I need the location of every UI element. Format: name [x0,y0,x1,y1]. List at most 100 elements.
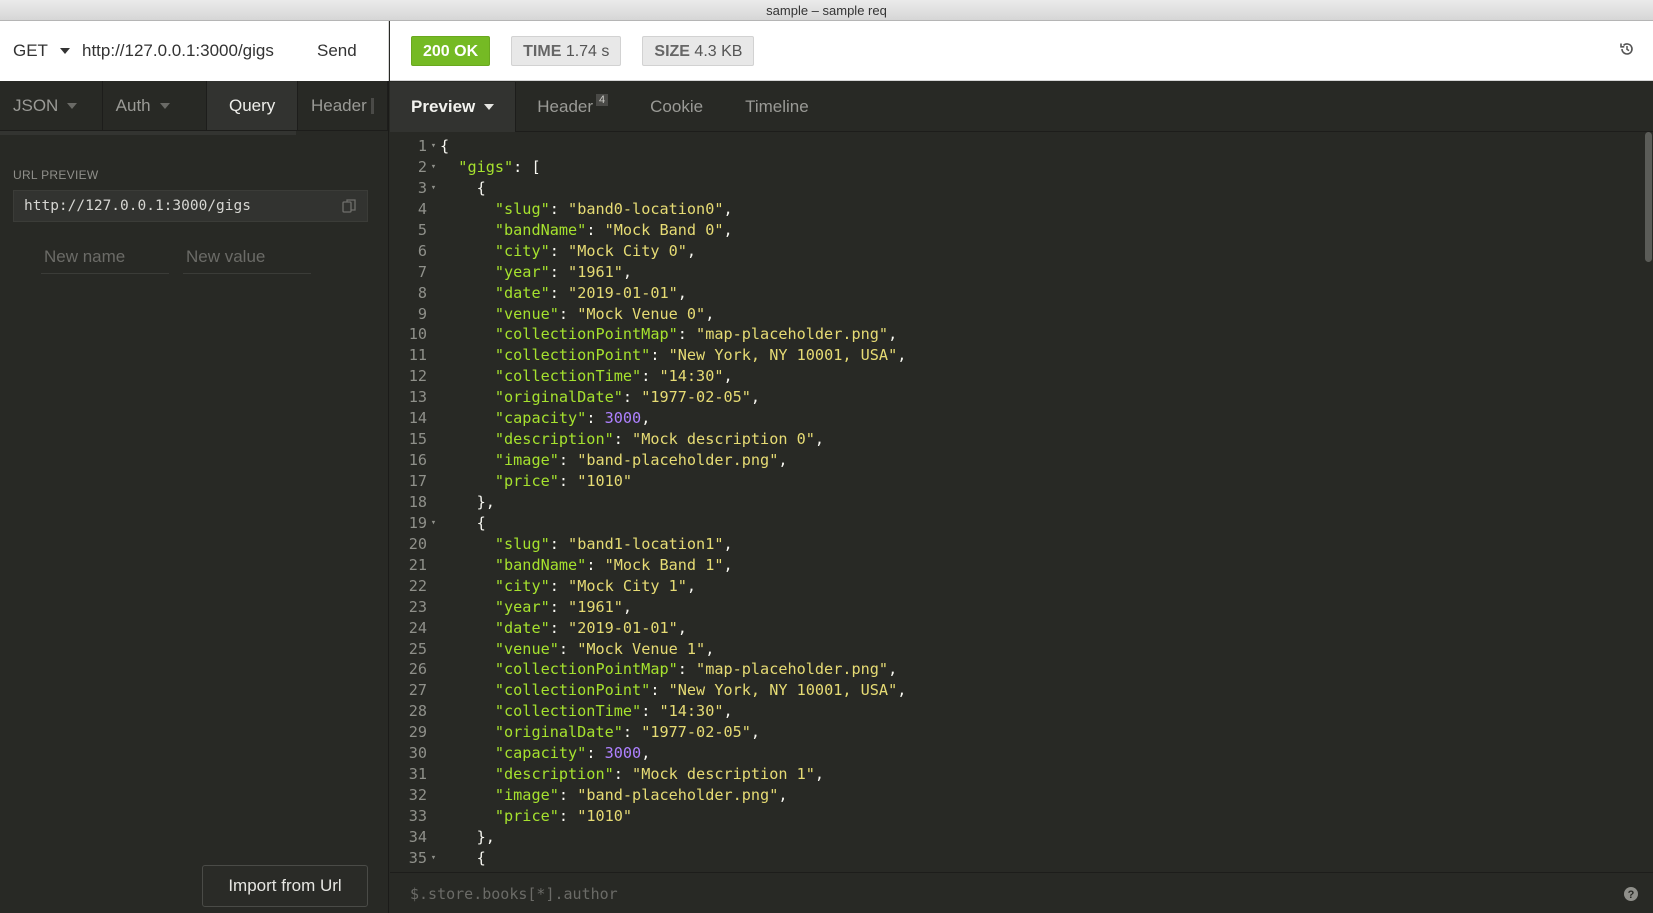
line-number: 16 [408,451,427,470]
response-status-bar: 200 OK TIME 1.74 s SIZE 4.3 KB [390,21,1653,81]
code-text: "venue": "Mock Venue 0", [494,304,715,323]
fold-gutter [427,618,440,639]
code-line: 16 "image": "band-placeholder.png", [390,450,1640,471]
line-number: 20 [408,534,427,553]
tab-auth-label: Auth [115,96,151,115]
fold-toggle-icon[interactable]: ▾ [427,136,440,157]
fold-gutter [427,764,440,785]
chevron-down-icon [159,103,170,109]
code-line: 5 "bandName": "Mock Band 0", [390,220,1640,241]
line-number: 19 [408,513,427,532]
line-number: 9 [417,304,427,323]
svg-text:?: ? [1628,889,1635,901]
code-text: "gigs": [ [458,157,541,176]
fold-gutter [427,387,440,408]
code-text: "date": "2019-01-01", [494,618,687,637]
fold-gutter [427,827,440,848]
tab-preview-label: Preview [411,97,476,116]
code-line: 7 "year": "1961", [390,262,1640,283]
fold-gutter [427,492,440,513]
line-number: 35 [408,848,427,867]
filter-input[interactable] [410,881,1590,907]
tab-header[interactable]: Header [298,81,388,130]
code-text: }, [440,492,495,511]
code-line: 8 "date": "2019-01-01", [390,283,1640,304]
time-label: TIME [523,42,562,60]
code-text: "collectionTime": "14:30", [494,367,733,386]
tab-preview[interactable]: Preview [390,82,517,132]
tabs-scrollbar[interactable] [0,131,296,135]
size-value: 4.3 KB [694,42,743,60]
code-text: "image": "band-placeholder.png", [494,451,788,470]
url-input[interactable] [82,41,307,61]
fold-toggle-icon[interactable]: ▾ [427,848,440,869]
tab-json[interactable]: JSON [0,81,103,130]
tab-timeline[interactable]: Timeline [724,82,830,132]
code-text: "image": "band-placeholder.png", [494,786,788,805]
code-line: 29 "originalDate": "1977-02-05", [390,722,1640,743]
line-number: 29 [408,723,427,742]
code-text: { [440,848,486,867]
line-number: 24 [408,618,427,637]
fold-gutter [427,241,440,262]
time-badge: TIME 1.74 s [511,35,622,66]
chevron-down-icon [484,104,495,110]
line-number: 11 [408,346,427,365]
code-line: 18 }, [390,492,1640,513]
line-number: 2 [417,157,427,176]
help-icon[interactable]: ? [1623,886,1639,902]
line-number: 4 [417,199,427,218]
tab-response-header[interactable]: Header 4 [516,82,629,132]
code-text: "collectionPointMap": "map-placeholder.p… [494,660,898,679]
code-text: "description": "Mock description 1", [494,765,825,784]
request-url-bar: GET Send [0,21,389,81]
line-number: 13 [408,388,427,407]
line-number: 21 [408,555,427,574]
line-number: 32 [408,786,427,805]
code-text: }, [440,827,495,846]
line-number: 17 [408,472,427,490]
code-line: 30 "capacity": 3000, [390,743,1640,764]
fold-gutter [427,429,440,450]
line-number: 34 [408,827,427,846]
code-line: 11 "collectionPoint": "New York, NY 1000… [390,345,1640,366]
method-dropdown[interactable]: GET [0,41,82,61]
fold-gutter [427,659,440,680]
send-button[interactable]: Send [317,41,357,61]
import-from-url-button[interactable]: Import from Url [202,865,368,907]
copy-icon[interactable] [341,198,357,214]
code-text: "description": "Mock description 0", [494,430,825,449]
line-number: 7 [417,262,427,281]
tab-query[interactable]: Query [207,81,298,130]
header-count-badge [370,98,374,114]
code-line: 34 }, [390,827,1640,848]
response-scrollbar[interactable] [1643,132,1653,870]
scrollbar-thumb[interactable] [1645,132,1652,262]
history-icon[interactable] [1619,41,1635,57]
line-number: 23 [408,597,427,616]
fold-toggle-icon[interactable]: ▾ [427,178,440,199]
code-line: 31 "description": "Mock description 1", [390,764,1640,785]
tab-auth[interactable]: Auth [103,81,208,130]
fold-toggle-icon[interactable]: ▾ [427,513,440,534]
fold-gutter [427,366,440,387]
code-line: 22 "city": "Mock City 1", [390,576,1640,597]
query-name-input[interactable] [41,240,169,274]
url-preview-text: http://127.0.0.1:3000/gigs [24,198,251,214]
line-number: 15 [408,430,427,449]
line-number: 3 [417,178,427,197]
url-preview: http://127.0.0.1:3000/gigs [13,190,368,222]
response-body-viewer[interactable]: 1 ▾{2 ▾ "gigs": [3 ▾ {4 "slug": "band0-loca… [390,136,1640,870]
query-value-input[interactable] [183,240,311,274]
size-badge: SIZE 4.3 KB [642,35,755,66]
line-number: 28 [408,702,427,721]
tab-cookie[interactable]: Cookie [629,82,724,132]
code-text: "collectionPoint": "New York, NY 10001, … [494,346,907,365]
fold-gutter [427,701,440,722]
code-text: "collectionTime": "14:30", [494,702,733,721]
line-number: 26 [408,660,427,679]
fold-toggle-icon[interactable]: ▾ [427,157,440,178]
fold-gutter [427,785,440,806]
status-badge: 200 OK [411,35,491,66]
fold-gutter [427,576,440,597]
